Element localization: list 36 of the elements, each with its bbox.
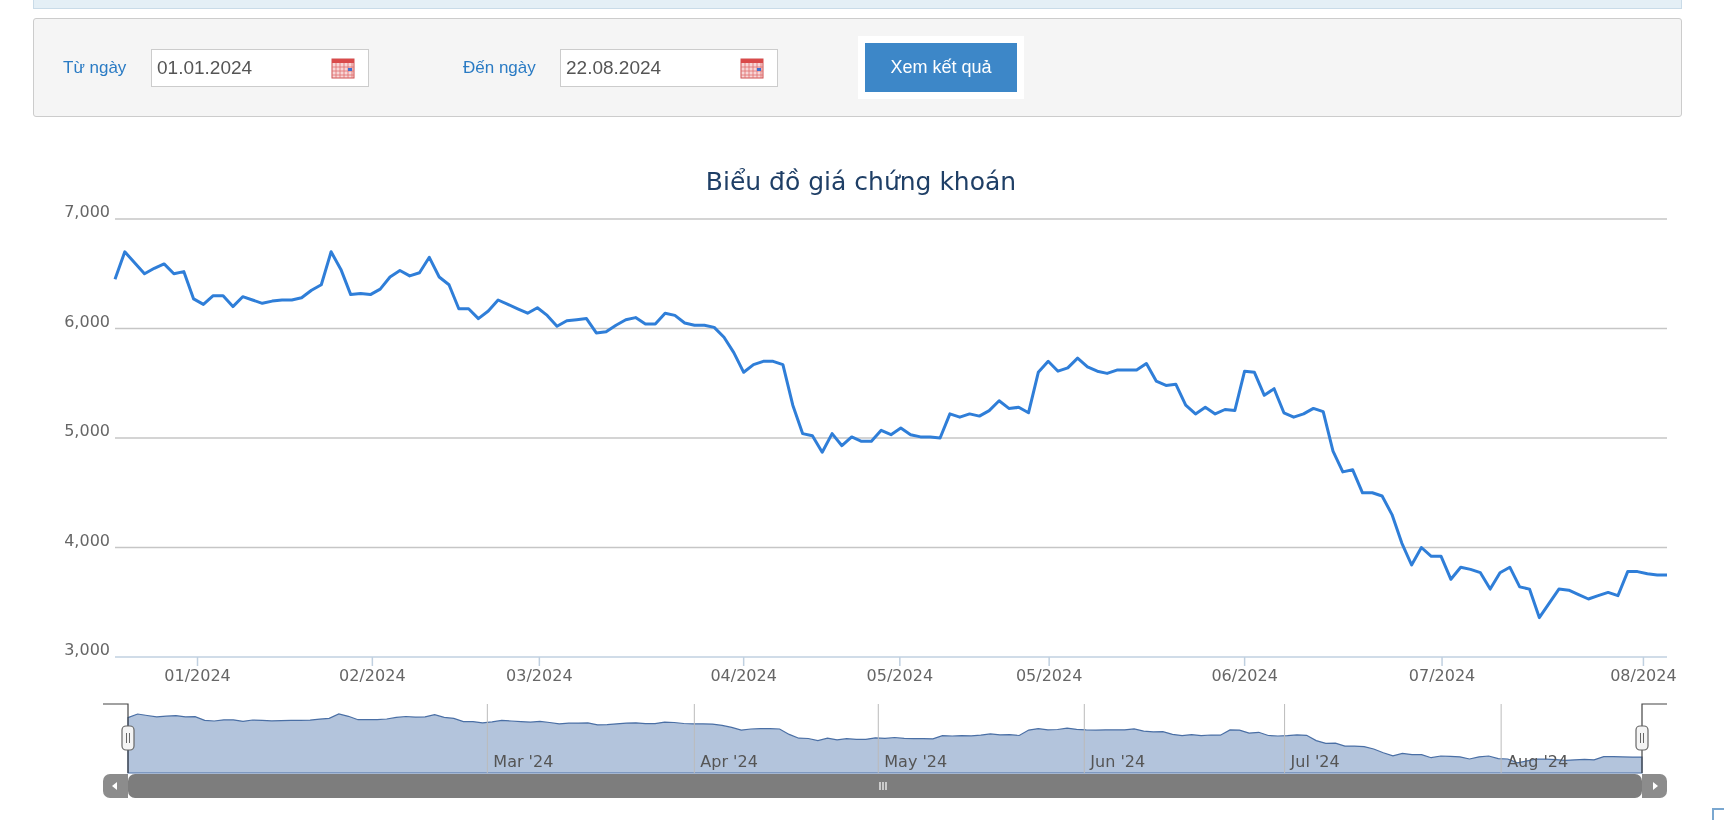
range-handle[interactable] — [121, 725, 135, 751]
y-axis-label: 5,000 — [64, 421, 110, 440]
range-handle[interactable] — [1635, 725, 1649, 751]
calendar-icon[interactable] — [331, 56, 355, 79]
navigator-label: May '24 — [884, 752, 948, 771]
navigator-label: Apr '24 — [700, 752, 758, 771]
y-axis-label: 6,000 — [64, 311, 110, 331]
to-date-label: Đến ngày — [463, 56, 537, 79]
scroll-left-button[interactable] — [103, 774, 128, 798]
y-axis-label: 4,000 — [64, 530, 110, 550]
x-axis-label: 01/2024 — [164, 666, 231, 685]
date-field[interactable]: 22.08.2024 — [560, 48, 778, 87]
date-field[interactable]: 01.01.2024 — [151, 48, 369, 87]
y-axis-label: 7,000 — [64, 202, 110, 221]
calendar-icon[interactable] — [740, 56, 764, 79]
x-axis-label: 06/2024 — [1211, 666, 1278, 685]
navigator-label: Jul '24 — [1290, 752, 1340, 771]
from-date-label: Từ ngày — [63, 56, 128, 79]
x-axis-label: 05/2024 — [866, 666, 934, 685]
navigator-border-line — [102, 703, 129, 774]
navigator-border-line — [1641, 703, 1668, 774]
submit-button[interactable]: Xem kết quả — [865, 43, 1017, 92]
grip-icon — [879, 781, 887, 791]
x-axis-label: 02/2024 — [339, 666, 406, 685]
x-axis-label: 08/2024 — [1610, 666, 1677, 685]
scroll-right-button[interactable] — [1642, 774, 1667, 798]
x-axis-label: 05/2024 — [1015, 666, 1083, 685]
x-axis-label: 07/2024 — [1408, 666, 1476, 685]
x-axis-label: 03/2024 — [506, 666, 573, 685]
chart-title: Biểu đồ giá chứng khoán — [705, 166, 1017, 198]
x-axis-label: 04/2024 — [710, 666, 777, 685]
y-axis-label: 3,000 — [64, 640, 110, 659]
navigator-label: Jun '24 — [1090, 752, 1146, 771]
resize-icon — [1712, 808, 1724, 820]
scrollbar-thumb[interactable] — [128, 774, 1642, 798]
navigator-label: Mar '24 — [493, 752, 554, 771]
